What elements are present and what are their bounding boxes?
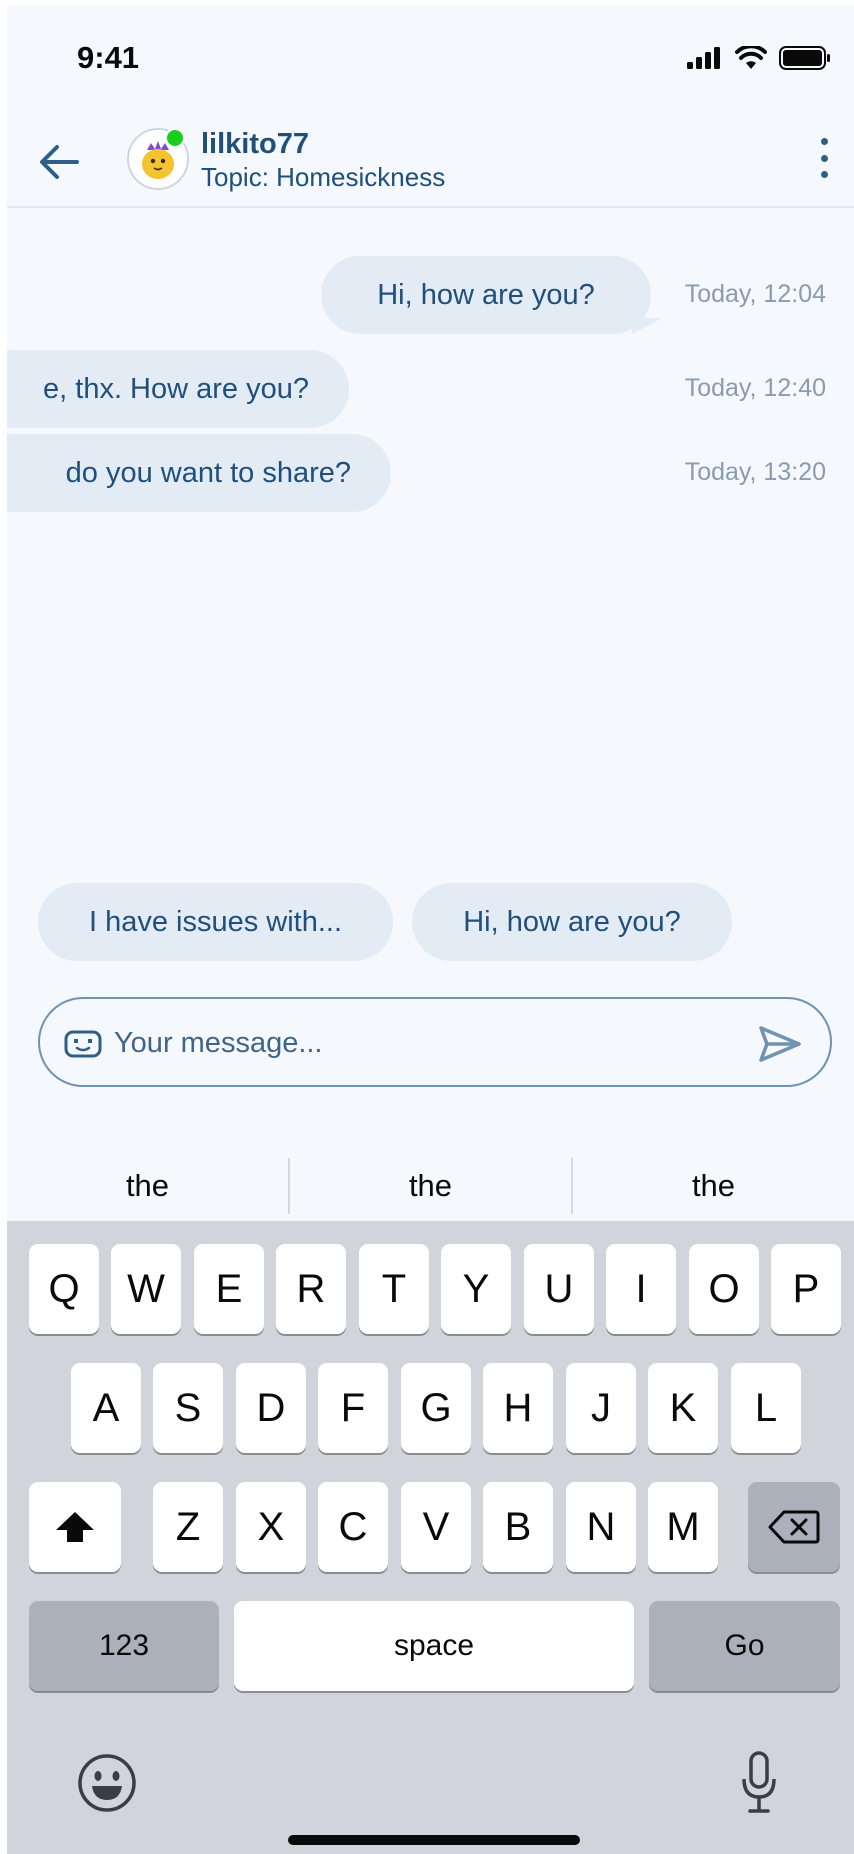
more-options-button[interactable] <box>816 138 832 178</box>
key-x[interactable]: X <box>236 1482 306 1572</box>
space-key[interactable]: space <box>234 1601 634 1691</box>
wifi-icon <box>735 46 767 69</box>
keyboard-suggestions: the the the <box>7 1146 854 1226</box>
more-dot-icon <box>820 171 828 178</box>
signal-icon <box>687 47 720 69</box>
quick-reply-chip[interactable]: I have issues with... <box>38 883 393 961</box>
key-z[interactable]: Z <box>153 1482 223 1572</box>
key-a[interactable]: A <box>71 1363 141 1453</box>
key-n[interactable]: N <box>566 1482 636 1572</box>
suggestion-item[interactable]: the <box>573 1168 854 1204</box>
key-s[interactable]: S <box>153 1363 223 1453</box>
status-icons <box>687 46 831 70</box>
send-icon <box>759 1026 801 1062</box>
message-timestamp: Today, 12:04 <box>684 280 826 308</box>
key-f[interactable]: F <box>318 1363 388 1453</box>
suggestion-item[interactable]: the <box>7 1168 288 1204</box>
keyboard: Q W E R T Y U I O P A S D F G H J K L Z … <box>7 1221 854 1854</box>
send-button[interactable] <box>758 1024 802 1064</box>
bubble-tail <box>632 318 662 334</box>
key-y[interactable]: Y <box>441 1244 511 1334</box>
message-composer <box>38 997 832 1087</box>
emoji-button[interactable] <box>77 1753 137 1813</box>
shift-arrow-icon <box>56 1512 94 1542</box>
shift-key[interactable] <box>29 1482 121 1572</box>
home-indicator[interactable] <box>288 1835 580 1845</box>
key-r[interactable]: R <box>276 1244 346 1334</box>
status-time: 9:41 <box>77 40 140 75</box>
key-h[interactable]: H <box>483 1363 553 1453</box>
message-bubble-incoming[interactable]: e, thx. How are you? <box>7 350 349 428</box>
bot-face-icon[interactable] <box>64 1030 102 1058</box>
microphone-icon <box>742 1751 776 1813</box>
message-input[interactable] <box>112 999 736 1087</box>
numbers-key[interactable]: 123 <box>29 1601 219 1691</box>
go-key[interactable]: Go <box>649 1601 840 1691</box>
backspace-icon <box>768 1510 820 1544</box>
quick-reply-label: Hi, how are you? <box>463 905 681 938</box>
key-g[interactable]: G <box>401 1363 471 1453</box>
key-o[interactable]: O <box>689 1244 759 1334</box>
key-u[interactable]: U <box>524 1244 594 1334</box>
chat-header: lilkito77 Topic: Homesickness <box>7 106 854 208</box>
key-c[interactable]: C <box>318 1482 388 1572</box>
key-l[interactable]: L <box>731 1363 801 1453</box>
key-e[interactable]: E <box>194 1244 264 1334</box>
chat-topic: Topic: Homesickness <box>201 162 446 192</box>
quick-reply-chip[interactable]: Hi, how are you? <box>412 883 732 961</box>
message-text: e, thx. How are you? <box>43 372 309 405</box>
back-button[interactable] <box>37 142 81 182</box>
delete-key[interactable] <box>748 1482 840 1572</box>
more-dot-icon <box>820 154 828 162</box>
key-p[interactable]: P <box>771 1244 841 1334</box>
key-k[interactable]: K <box>648 1363 718 1453</box>
message-timestamp: Today, 13:20 <box>684 458 826 486</box>
suggestion-item[interactable]: the <box>290 1168 571 1204</box>
message-timestamp: Today, 12:40 <box>684 374 826 402</box>
key-q[interactable]: Q <box>29 1244 99 1334</box>
more-dot-icon <box>820 138 828 145</box>
message-text: do you want to share? <box>65 456 351 489</box>
chat-screen: 9:41 lilkito77 Topic: Homesickness Hi, h… <box>7 6 854 1854</box>
message-bubble-outgoing[interactable]: Hi, how are you? <box>321 256 651 334</box>
key-i[interactable]: I <box>606 1244 676 1334</box>
online-status-indicator <box>165 128 185 148</box>
message-text: Hi, how are you? <box>377 278 595 311</box>
key-v[interactable]: V <box>401 1482 471 1572</box>
quick-reply-label: I have issues with... <box>88 905 343 938</box>
key-m[interactable]: M <box>648 1482 718 1572</box>
back-arrow-icon <box>40 145 79 179</box>
key-d[interactable]: D <box>236 1363 306 1453</box>
chat-username: lilkito77 <box>201 128 309 160</box>
key-w[interactable]: W <box>111 1244 181 1334</box>
key-t[interactable]: T <box>359 1244 429 1334</box>
emoji-icon <box>78 1754 136 1812</box>
message-bubble-incoming[interactable]: do you want to share? <box>7 434 391 512</box>
battery-icon <box>779 46 830 70</box>
dictation-button[interactable] <box>741 1751 777 1815</box>
key-b[interactable]: B <box>483 1482 553 1572</box>
key-j[interactable]: J <box>566 1363 636 1453</box>
